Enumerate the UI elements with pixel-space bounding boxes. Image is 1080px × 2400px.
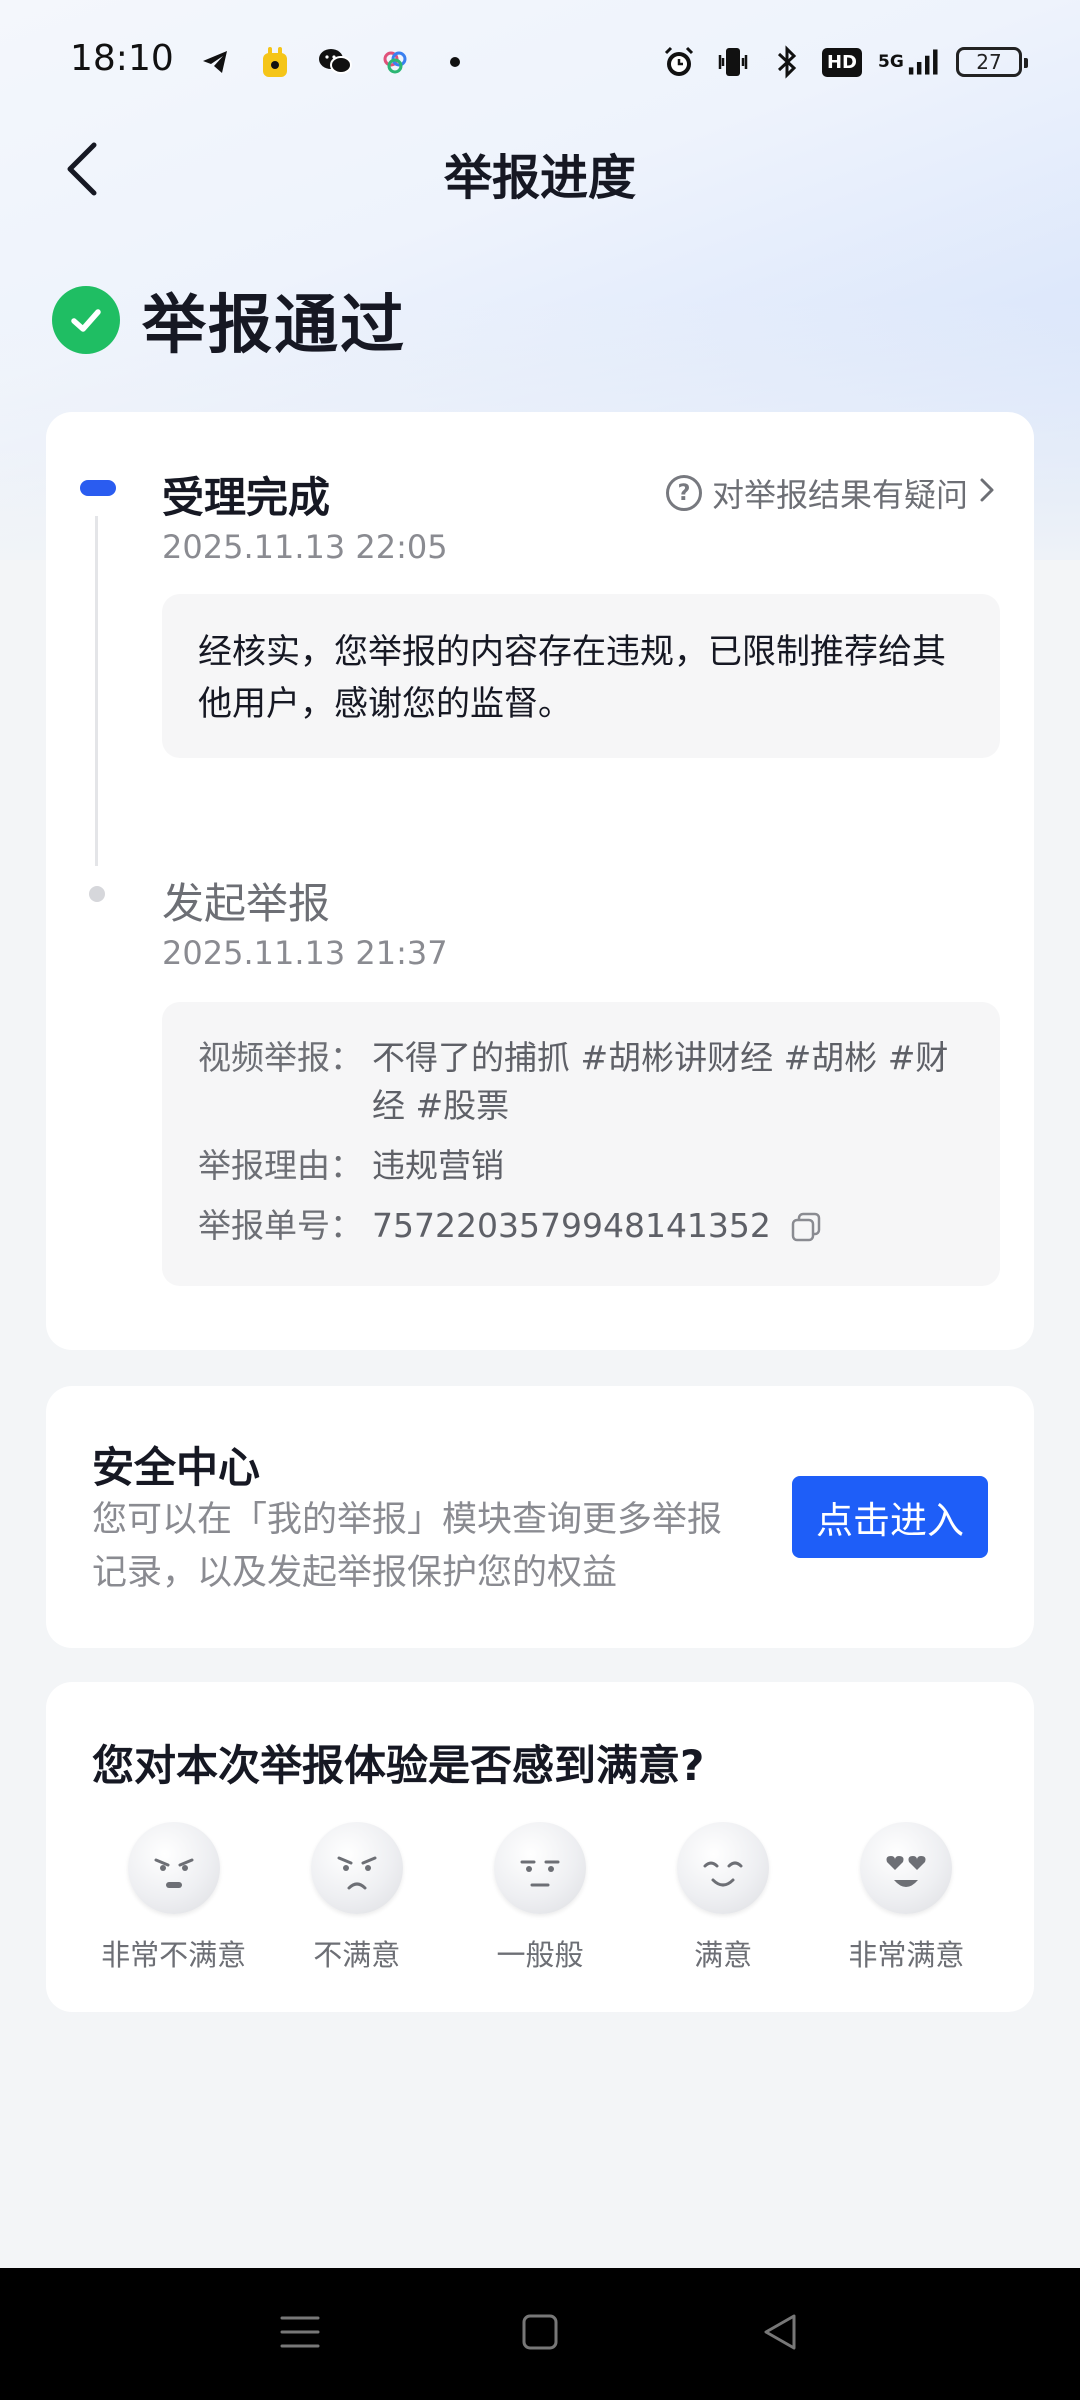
question-result-link[interactable]: ? 对举报结果有疑问 (665, 470, 996, 516)
network-type: 5G (878, 52, 904, 72)
chevron-right-icon (978, 474, 996, 512)
check-circle-icon (52, 286, 120, 354)
signal-icon: 5G (878, 43, 940, 81)
page-title: 举报进度 (443, 150, 636, 206)
detail-row-ticket: 举报单号： 7572203579948141352 (198, 1202, 964, 1250)
timeline-inactive-marker (89, 886, 105, 902)
triangle-back-icon (761, 2312, 799, 2356)
app-icon (256, 43, 294, 81)
rating-options: 非常不满意 不满意 一般般 满意 非常满意 (46, 1822, 1034, 1974)
enter-button[interactable]: 点击进入 (792, 1476, 988, 1558)
dot-icon (436, 43, 474, 81)
menu-button[interactable] (260, 2294, 340, 2374)
safety-center-description: 您可以在「我的举报」模块查询更多举报记录，以及发起举报保护您的权益 (92, 1500, 723, 1593)
system-navigation-bar (0, 2268, 1080, 2400)
home-square-icon (521, 2313, 559, 2355)
rating-label: 非常满意 (848, 1938, 965, 1972)
rating-label: 一般般 (496, 1938, 584, 1972)
home-button[interactable] (500, 2294, 580, 2374)
alarm-icon (660, 43, 698, 81)
menu-icon (280, 2314, 320, 2354)
system-indicators: HD 5G 27 (660, 40, 1028, 84)
vibrate-icon (714, 43, 752, 81)
copy-icon[interactable] (789, 1209, 823, 1243)
back-nav-button[interactable] (740, 2294, 820, 2374)
step-title-submitted: 发起举报 (162, 879, 331, 928)
step-time-accepted: 2025.11.13 22:05 (162, 528, 448, 566)
very-satisfied-face-icon (860, 1822, 953, 1914)
result-status-text: 举报通过 (142, 289, 406, 363)
unsatisfied-face-icon (310, 1822, 403, 1914)
wechat-icon (316, 43, 354, 81)
timeline-active-marker (80, 480, 116, 496)
review-result-box: 经核实，您举报的内容存在违规，已限制推荐给其他用户，感谢您的监督。 (162, 594, 1000, 758)
safety-center-card: 安全中心 您可以在「我的举报」模块查询更多举报记录，以及发起举报保护您的权益 点… (46, 1386, 1034, 1648)
detail-value: 不得了的捕抓 #胡彬讲财经 #胡彬 #财经 #股票 (372, 1038, 949, 1125)
battery-level: 27 (976, 50, 1002, 74)
satisfaction-survey-card: 您对本次举报体验是否感到满意? 非常不满意 不满意 一般般 满意 非常满意 (46, 1682, 1034, 2012)
rating-label: 非常不满意 (101, 1938, 247, 1972)
rating-label: 满意 (694, 1938, 753, 1972)
review-result-text: 经核实，您举报的内容存在违规，已限制推荐给其他用户，感谢您的监督。 (198, 632, 946, 724)
rating-label: 不满意 (313, 1938, 401, 1972)
rating-option-satisfied[interactable]: 满意 (643, 1822, 803, 1974)
detail-key: 视频举报： (198, 1038, 363, 1077)
step-time-submitted: 2025.11.13 21:37 (162, 934, 448, 972)
detail-row-video: 视频举报： 不得了的捕抓 #胡彬讲财经 #胡彬 #财经 #股票 (198, 1034, 964, 1130)
rating-option-unsatisfied[interactable]: 不满意 (277, 1822, 437, 1974)
telegram-icon (196, 43, 234, 81)
detail-value: 违规营销 (372, 1146, 504, 1185)
neutral-face-icon (493, 1822, 586, 1914)
question-circle-icon: ? (665, 475, 702, 511)
very-unsatisfied-face-icon (127, 1822, 220, 1914)
status-time: 18:10 (70, 38, 174, 79)
rating-option-neutral[interactable]: 一般般 (460, 1822, 620, 1974)
timeline-line (95, 516, 98, 866)
battery-icon: 27 (956, 47, 1028, 77)
survey-question: 您对本次举报体验是否感到满意? (92, 1741, 705, 1790)
notification-icons (196, 40, 474, 84)
hd-icon: HD (821, 47, 862, 77)
ticket-number: 7572203579948141352 (372, 1206, 771, 1245)
detail-value-group: 7572203579948141352 (372, 1202, 823, 1250)
app-icon (376, 43, 414, 81)
detail-key: 举报单号： (198, 1206, 363, 1245)
bluetooth-icon (768, 43, 806, 81)
rating-option-very-unsatisfied[interactable]: 非常不满意 (94, 1822, 254, 1974)
detail-key: 举报理由： (198, 1146, 363, 1185)
report-details-box: 视频举报： 不得了的捕抓 #胡彬讲财经 #胡彬 #财经 #股票 举报理由： 违规… (162, 1002, 1000, 1286)
detail-row-reason: 举报理由： 违规营销 (198, 1142, 964, 1190)
rating-option-very-satisfied[interactable]: 非常满意 (826, 1822, 986, 1974)
safety-center-title: 安全中心 (92, 1443, 261, 1492)
report-result: 举报通过 (52, 274, 406, 366)
progress-card: 受理完成 2025.11.13 22:05 ? 对举报结果有疑问 经核实，您举报… (46, 412, 1034, 1350)
step-title-accepted: 受理完成 (162, 473, 331, 522)
question-link-label: 对举报结果有疑问 (711, 476, 968, 514)
satisfied-face-icon (677, 1822, 770, 1914)
status-bar: 18:10 HD 5G 27 (0, 0, 1080, 124)
